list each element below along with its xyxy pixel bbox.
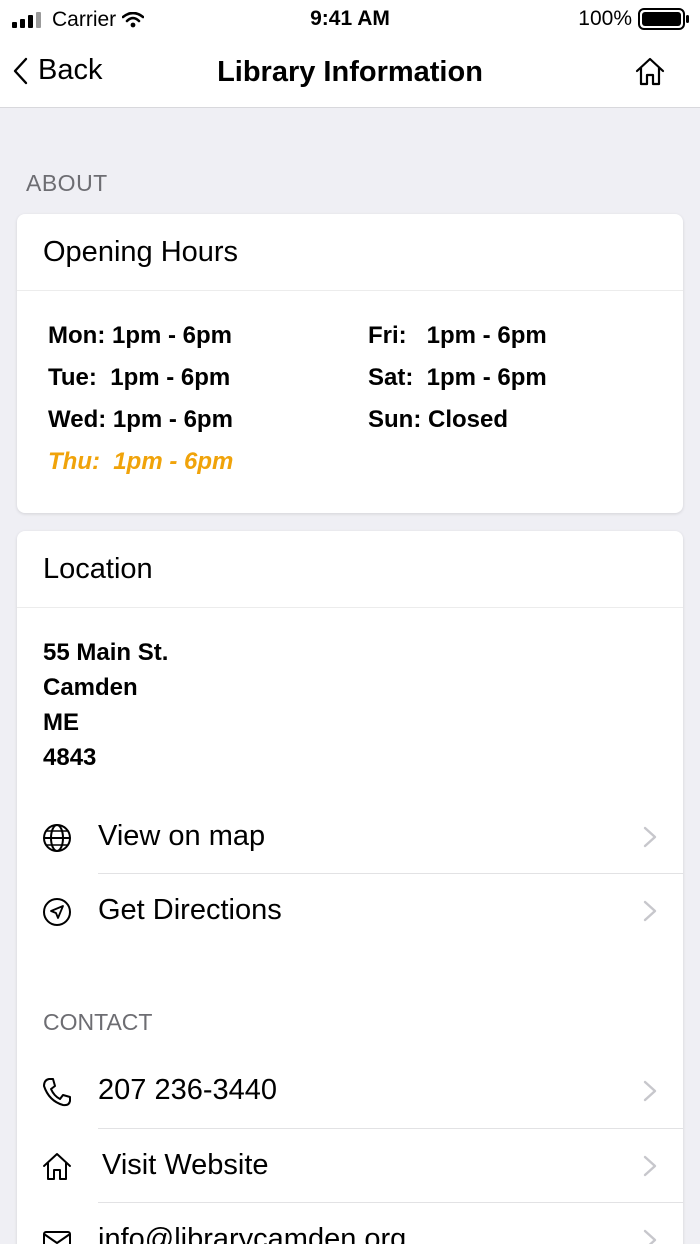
battery-percent: 100%	[578, 7, 632, 30]
email-row[interactable]: info@librarycamden.org	[17, 1203, 683, 1244]
hours-wednesday: Wed: 1pm - 6pm	[48, 406, 233, 433]
email-address: info@librarycamden.org	[98, 1223, 407, 1244]
status-right: 100%	[578, 7, 690, 31]
get-directions-row[interactable]: Get Directions	[17, 874, 683, 948]
hours-monday: Mon: 1pm - 6pm	[48, 322, 232, 349]
battery-icon	[638, 8, 689, 30]
navigation-icon	[43, 898, 71, 926]
chevron-right-icon	[643, 1229, 657, 1244]
phone-row[interactable]: 207 236-3440	[17, 1054, 683, 1128]
view-on-map-row[interactable]: View on map	[17, 800, 683, 874]
status-bar: Carrier 9:41 AM 100%	[0, 0, 700, 40]
address-street: 55 Main St.	[43, 639, 169, 666]
location-title: Location	[17, 531, 683, 608]
hours-thursday-today: Thu: 1pm - 6pm	[48, 448, 234, 475]
hours-sunday: Sun: Closed	[368, 406, 509, 433]
phone-icon	[43, 1078, 71, 1107]
chevron-right-icon	[643, 1155, 657, 1177]
home-icon	[43, 1153, 71, 1180]
about-section-label: ABOUT	[26, 170, 108, 196]
address-block: 55 Main St. Camden ME 4843	[43, 635, 168, 775]
chevron-right-icon	[643, 1080, 657, 1102]
opening-hours-card: Opening Hours Mon: 1pm - 6pm Tue: 1pm - …	[17, 214, 683, 513]
opening-hours-title: Opening Hours	[17, 214, 683, 291]
home-icon[interactable]	[634, 56, 666, 88]
chevron-right-icon	[643, 826, 657, 848]
address-state: ME	[43, 709, 79, 736]
contact-section-label: CONTACT	[43, 1009, 153, 1035]
location-card: Location 55 Main St. Camden ME 4843 View…	[17, 531, 683, 1244]
hours-saturday: Sat: 1pm - 6pm	[368, 364, 547, 391]
address-city: Camden	[43, 674, 138, 701]
globe-icon	[43, 824, 71, 852]
view-on-map-label: View on map	[98, 820, 266, 852]
hours-friday: Fri: 1pm - 6pm	[368, 322, 547, 349]
phone-number: 207 236-3440	[98, 1074, 277, 1106]
navigation-bar: Back Library Information	[0, 40, 700, 108]
website-row[interactable]: Visit Website	[17, 1129, 683, 1203]
hours-tuesday: Tue: 1pm - 6pm	[48, 364, 231, 391]
page-title: Library Information	[217, 56, 483, 88]
visit-website-label: Visit Website	[102, 1149, 269, 1181]
get-directions-label: Get Directions	[98, 894, 282, 926]
mail-icon	[43, 1231, 71, 1244]
chevron-right-icon	[643, 900, 657, 922]
address-zip: 4843	[43, 744, 97, 771]
